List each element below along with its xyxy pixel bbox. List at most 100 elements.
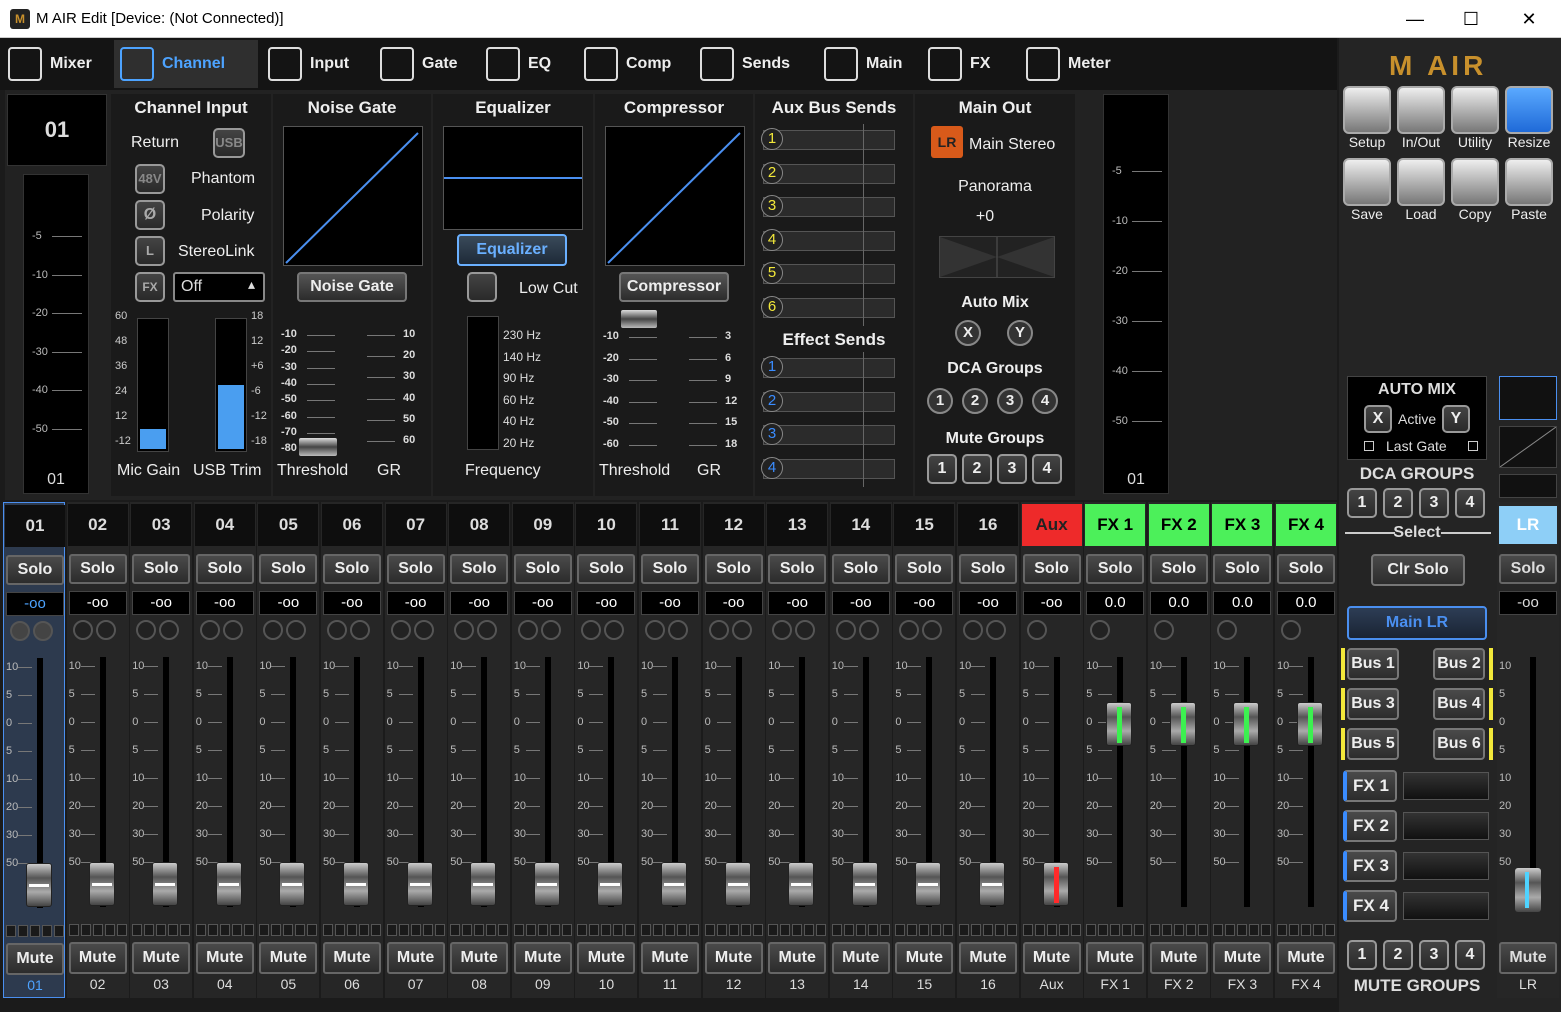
solo-button[interactable]: Solo: [959, 554, 1017, 584]
wrench-icon[interactable]: [1451, 86, 1499, 134]
solo-button[interactable]: Solo: [450, 554, 509, 584]
tab-sends[interactable]: Sends: [694, 40, 814, 88]
usb-button[interactable]: USB: [213, 128, 245, 158]
fx-button[interactable]: FX 1: [1343, 770, 1397, 802]
mute-button[interactable]: Mute: [959, 942, 1017, 974]
fader-knob[interactable]: [1042, 862, 1069, 906]
mute-button[interactable]: Mute: [259, 942, 318, 974]
lr-solo-button[interactable]: Solo: [1499, 554, 1557, 584]
fader-knob[interactable]: [533, 862, 560, 906]
automix-x-toggle[interactable]: X: [1364, 405, 1392, 433]
fader-knob[interactable]: [279, 862, 306, 906]
bus-button-3[interactable]: Bus 3: [1347, 688, 1399, 720]
strip-header[interactable]: 01: [5, 505, 65, 547]
comp-threshold-knob[interactable]: [621, 310, 657, 328]
usb-trim-meter[interactable]: [215, 318, 247, 452]
fader-knob[interactable]: [1106, 702, 1133, 746]
solo-button[interactable]: Solo: [259, 554, 318, 584]
strip-header[interactable]: 11: [640, 504, 700, 546]
solo-button[interactable]: Solo: [513, 554, 572, 584]
solo-button[interactable]: Solo: [1149, 554, 1208, 584]
comp-curve-graph[interactable]: [605, 126, 745, 266]
dca-group-3[interactable]: 3: [997, 388, 1023, 414]
fx-button[interactable]: FX 2: [1343, 810, 1397, 842]
mute-group-select-4[interactable]: 4: [1455, 940, 1485, 970]
lr-mute-button[interactable]: Mute: [1499, 942, 1557, 974]
save-icon[interactable]: [1343, 158, 1391, 206]
fader-knob[interactable]: [915, 862, 942, 906]
fader-knob[interactable]: [788, 862, 815, 906]
low-cut-icon[interactable]: [467, 272, 497, 302]
tab-channel[interactable]: Channel: [114, 40, 258, 88]
solo-button[interactable]: Solo: [1022, 554, 1081, 584]
dca-select-2[interactable]: 2: [1383, 488, 1413, 518]
fader-knob[interactable]: [851, 862, 878, 906]
fader-knob[interactable]: [1169, 702, 1196, 746]
stereolink-button[interactable]: L: [135, 236, 165, 266]
mute-button[interactable]: Mute: [195, 942, 254, 974]
gate-threshold-knob[interactable]: [299, 438, 337, 456]
fader-knob[interactable]: [597, 862, 624, 906]
strip-header[interactable]: 05: [258, 504, 319, 546]
tab-input[interactable]: Input: [262, 40, 370, 88]
strip-header[interactable]: FX 3: [1212, 504, 1273, 546]
resize-icon[interactable]: [1505, 86, 1553, 134]
solo-button[interactable]: Solo: [704, 554, 763, 584]
strip-header[interactable]: 09: [512, 504, 573, 546]
mute-group-select-2[interactable]: 2: [1383, 940, 1413, 970]
mute-button[interactable]: Mute: [831, 942, 890, 974]
strip-header[interactable]: FX 2: [1148, 504, 1209, 546]
view-thumbnail-1[interactable]: [1499, 376, 1557, 420]
fx-row-1[interactable]: FX 1: [1343, 770, 1489, 802]
clr-solo-button[interactable]: Clr Solo: [1371, 554, 1465, 586]
solo-button[interactable]: Solo: [386, 554, 445, 584]
solo-button[interactable]: Solo: [1086, 554, 1145, 584]
tab-comp[interactable]: Comp: [578, 40, 690, 88]
strip-header[interactable]: 13: [767, 504, 828, 546]
fader-knob[interactable]: [88, 862, 115, 906]
mute-button[interactable]: Mute: [768, 942, 827, 974]
tab-gate[interactable]: Gate: [374, 40, 474, 88]
mute-button[interactable]: Mute: [6, 943, 64, 975]
fx-row-2[interactable]: FX 2: [1343, 810, 1489, 842]
dca-select-4[interactable]: 4: [1455, 488, 1485, 518]
solo-button[interactable]: Solo: [1277, 554, 1335, 584]
fader-knob[interactable]: [152, 862, 179, 906]
mute-button[interactable]: Mute: [1086, 942, 1145, 974]
bus-button-1[interactable]: Bus 1: [1347, 648, 1399, 680]
mute-group-1[interactable]: 1: [927, 454, 957, 484]
mic-gain-meter[interactable]: [137, 318, 169, 452]
solo-button[interactable]: Solo: [1213, 554, 1272, 584]
fader-knob[interactable]: [343, 862, 369, 906]
dca-select-1[interactable]: 1: [1347, 488, 1377, 518]
mute-button[interactable]: Mute: [641, 942, 699, 974]
bus-button-6[interactable]: Bus 6: [1433, 728, 1485, 760]
phantom-48v-button[interactable]: 48V: [135, 164, 165, 194]
mute-button[interactable]: Mute: [577, 942, 636, 974]
mute-group-4[interactable]: 4: [1032, 454, 1062, 484]
solo-button[interactable]: Solo: [831, 554, 890, 584]
fx-row-4[interactable]: FX 4: [1343, 890, 1489, 922]
maximize-button[interactable]: ☐: [1448, 4, 1494, 34]
tab-meter[interactable]: Meter: [1020, 40, 1140, 88]
dca-group-4[interactable]: 4: [1032, 388, 1058, 414]
gate-curve-graph[interactable]: [283, 126, 423, 266]
folder-icon[interactable]: [1397, 158, 1445, 206]
gear-icon[interactable]: [1343, 86, 1391, 134]
automix-x-button[interactable]: X: [955, 320, 981, 346]
mute-button[interactable]: Mute: [1213, 942, 1272, 974]
bus-button-2[interactable]: Bus 2: [1433, 648, 1485, 680]
view-thumbnail-2[interactable]: [1499, 426, 1557, 468]
mute-button[interactable]: Mute: [132, 942, 191, 974]
fader-knob[interactable]: [406, 862, 433, 906]
lr-button[interactable]: LR: [931, 126, 963, 158]
minimize-button[interactable]: —: [1392, 4, 1438, 34]
view-thumbnail-3[interactable]: [1499, 474, 1557, 498]
strip-header[interactable]: 16: [958, 504, 1018, 546]
fx-button[interactable]: FX 3: [1343, 850, 1397, 882]
copy-icon[interactable]: [1451, 158, 1499, 206]
mute-group-select-1[interactable]: 1: [1347, 940, 1377, 970]
strip-header[interactable]: 10: [576, 504, 637, 546]
paste-icon[interactable]: [1505, 158, 1553, 206]
mute-button[interactable]: Mute: [323, 942, 381, 974]
